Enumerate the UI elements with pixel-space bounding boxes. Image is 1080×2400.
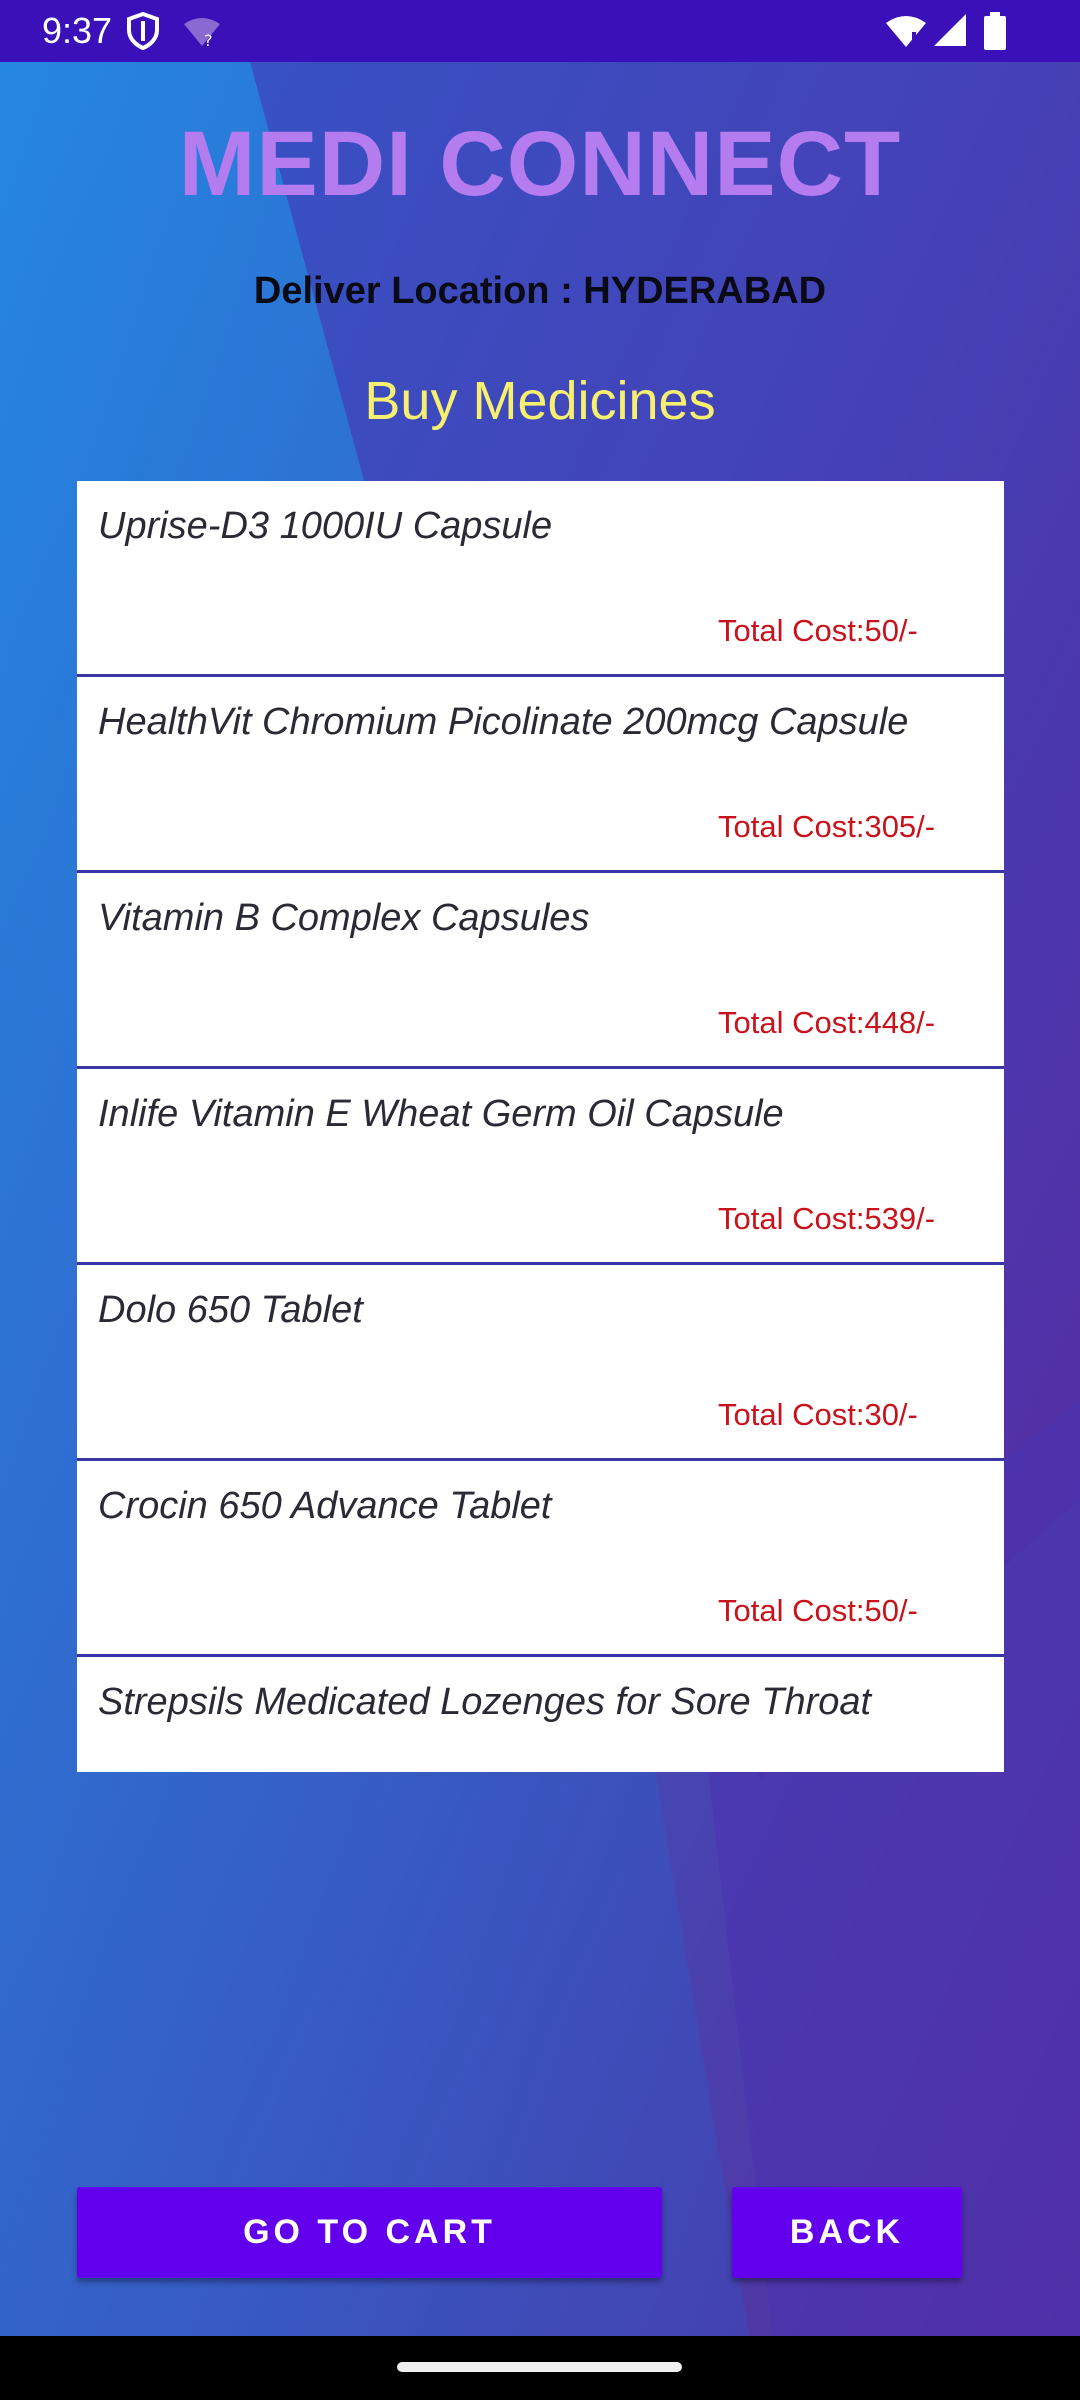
list-item[interactable]: Uprise-D3 1000IU Capsule Total Cost:50/- (77, 481, 1004, 677)
status-bar: 9:37 ? (0, 0, 1080, 62)
status-time: 9:37 (42, 10, 113, 51)
medicine-name: Uprise-D3 1000IU Capsule (98, 505, 553, 547)
list-item[interactable]: HealthVit Chromium Picolinate 200mcg Cap… (77, 677, 1004, 873)
battery-icon (984, 12, 1006, 55)
go-to-cart-button[interactable]: GO TO CART (77, 2187, 662, 2278)
medicine-cost: Total Cost:30/- (718, 1397, 918, 1432)
screen: 9:37 ? MEDI CONNECT Deliver Location: H… (0, 0, 1080, 2400)
medicine-cost: Total Cost:448/- (718, 1005, 936, 1040)
medicine-cost: Total Cost:539/- (718, 1201, 936, 1236)
list-item[interactable]: Crocin 650 Advance Tablet Total Cost:50/… (77, 1461, 1004, 1657)
app-title: MEDI CONNECT (178, 113, 902, 215)
list-item[interactable]: Dolo 650 Tablet Total Cost:30/- (77, 1265, 1004, 1461)
medicine-name: Vitamin B Complex Capsules (98, 897, 590, 939)
medicine-cost: Total Cost:50/- (718, 1593, 918, 1628)
medicine-name: HealthVit Chromium Picolinate 200mcg Cap… (98, 701, 909, 743)
back-button[interactable]: BACK (732, 2187, 962, 2278)
list-item[interactable]: Vitamin B Complex Capsules Total Cost:44… (77, 873, 1004, 1069)
medicine-name: Dolo 650 Tablet (98, 1289, 363, 1331)
medicine-name: Crocin 650 Advance Tablet (98, 1485, 552, 1527)
medicine-name: Strepsils Medicated Lozenges for Sore Th… (98, 1681, 872, 1723)
home-gesture-handle[interactable] (397, 2362, 682, 2372)
medicine-cost: Total Cost:50/- (718, 613, 918, 648)
list-item[interactable]: Inlife Vitamin E Wheat Germ Oil Capsule … (77, 1069, 1004, 1265)
wifi-question-icon: ? (182, 16, 222, 53)
section-title: Buy Medicines (364, 371, 716, 431)
medicine-name: Inlife Vitamin E Wheat Germ Oil Capsule (98, 1093, 784, 1135)
medicine-list[interactable]: Uprise-D3 1000IU Capsule Total Cost:50/-… (77, 481, 1004, 1775)
medicine-cost: Total Cost:305/- (718, 809, 936, 844)
wifi-icon (886, 14, 926, 53)
navigation-bar (0, 2336, 1080, 2400)
shield-icon (126, 11, 160, 55)
list-item[interactable]: Strepsils Medicated Lozenges for Sore Th… (77, 1657, 1004, 1772)
svg-text:?: ? (204, 31, 213, 48)
deliver-location: Deliver Location : HYDERABAD (253, 270, 827, 312)
signal-icon (934, 14, 968, 53)
